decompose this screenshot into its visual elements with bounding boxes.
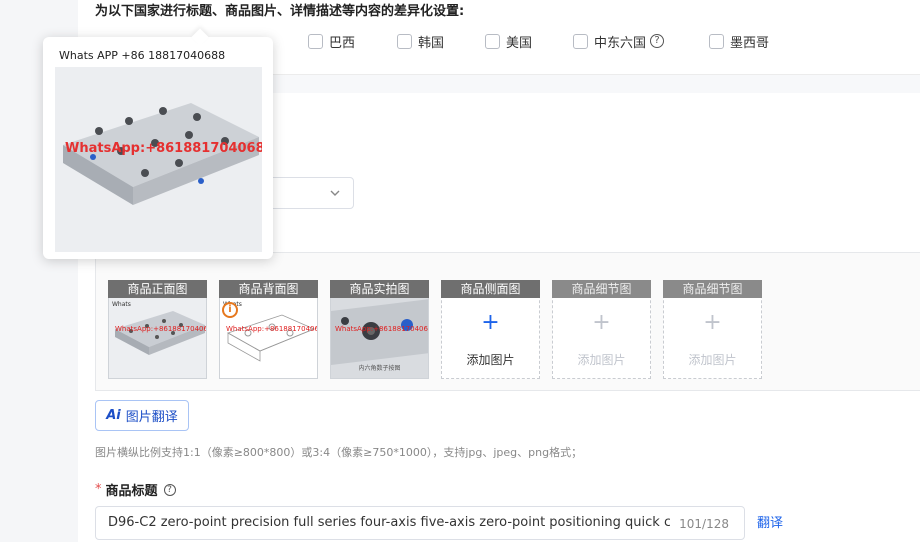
watermark-label: Whats xyxy=(112,301,131,308)
country-option-korea[interactable]: 韩国 xyxy=(397,30,444,52)
country-label: 中东六国 xyxy=(594,35,647,51)
watermark-text: WhatsApp:+8618817040688 xyxy=(115,325,207,333)
image-slot-detail-1[interactable]: + 添加图片 商品细节图 xyxy=(552,280,651,379)
image-translate-button[interactable]: Ai 图片翻译 xyxy=(95,400,189,431)
help-icon[interactable]: ? xyxy=(163,483,176,496)
product-title-value[interactable]: D96-C2 zero-point precision full series … xyxy=(108,515,670,530)
country-option-gcc[interactable]: 中东六国 ? xyxy=(573,30,665,52)
image-preview-popover: Whats APP +86 18817040688 WhatsApp:+8618… xyxy=(43,28,273,259)
checkbox-mexico[interactable] xyxy=(709,33,724,49)
image-translate-label: 图片翻译 xyxy=(125,410,178,425)
checkbox-korea[interactable] xyxy=(397,33,412,49)
popover-header: Whats APP +86 18817040688 xyxy=(55,45,262,67)
slot-label: 商品细节图 xyxy=(663,280,762,298)
slot-label: 商品背面图 xyxy=(219,280,318,298)
slot-label: 商品细节图 xyxy=(552,280,651,298)
plus-icon: + xyxy=(703,310,722,335)
country-settings-heading: 为以下国家进行标题、商品图片、详情描述等内容的差异化设置: xyxy=(95,4,465,19)
product-title-input[interactable]: D96-C2 zero-point precision full series … xyxy=(95,506,745,540)
chevron-down-icon xyxy=(330,190,340,196)
image-slot-real[interactable]: WhatsApp:+8618817040688 内六角数子按图 商品实拍图 xyxy=(330,280,429,379)
watermark-text: WhatsApp:+8618817040688 xyxy=(335,325,429,333)
add-image-label: 添加图片 xyxy=(577,353,626,367)
image-slot-detail-2[interactable]: + 添加图片 商品细节图 xyxy=(663,280,762,379)
ai-icon: Ai xyxy=(106,408,121,423)
country-option-usa[interactable]: 美国 xyxy=(485,30,532,52)
image-slot-front[interactable]: Whats WhatsApp:+8618817040688 商品正面图 xyxy=(108,280,207,379)
country-label: 墨西哥 xyxy=(730,35,770,51)
checkbox-usa[interactable] xyxy=(485,33,500,49)
field-label-text: 商品标题 xyxy=(105,484,158,499)
checkbox-gcc[interactable] xyxy=(573,33,588,49)
add-image-label: 添加图片 xyxy=(466,353,515,367)
watermark-text: WhatsApp:+8618817040688 xyxy=(65,141,262,156)
country-label: 韩国 xyxy=(418,35,445,51)
slot-label: 商品侧面图 xyxy=(441,280,540,298)
country-option-brazil[interactable]: 巴西 xyxy=(308,30,355,52)
image-slot-side[interactable]: + 添加图片 商品侧面图 xyxy=(441,280,540,379)
country-label: 巴西 xyxy=(329,35,356,51)
image-caption: 内六角数子按图 xyxy=(358,365,401,372)
required-mark: * xyxy=(95,482,102,497)
image-upload-panel: Whats WhatsApp:+8618817040688 商品正面图 What… xyxy=(95,252,920,391)
warning-icon[interactable]: i xyxy=(222,302,238,318)
country-option-mexico[interactable]: 墨西哥 xyxy=(709,30,769,52)
product-title-label: * 商品标题 ? xyxy=(95,480,176,499)
help-icon[interactable]: ? xyxy=(650,34,665,48)
character-counter: 101/128 xyxy=(679,517,729,531)
image-format-hint: 图片横纵比例支持1:1（像素≥800*800）或3:4（像素≥750*1000）… xyxy=(95,446,583,459)
plus-icon: + xyxy=(592,310,611,335)
watermark-text: WhatsApp:+8618817040688 xyxy=(226,325,318,333)
add-image-label: 添加图片 xyxy=(688,353,737,367)
plus-icon: + xyxy=(481,310,500,335)
checkbox-brazil[interactable] xyxy=(308,33,323,49)
image-slot-back[interactable]: Whats WhatsApp:+8618817040688 i 商品背面图 xyxy=(219,280,318,379)
country-label: 美国 xyxy=(506,35,533,51)
preview-image: Whats APP +86 18817040688 WhatsApp:+8618… xyxy=(55,45,262,252)
slot-label: 商品实拍图 xyxy=(330,280,429,298)
slot-label: 商品正面图 xyxy=(108,280,207,298)
translate-link[interactable]: 翻译 xyxy=(757,512,783,531)
